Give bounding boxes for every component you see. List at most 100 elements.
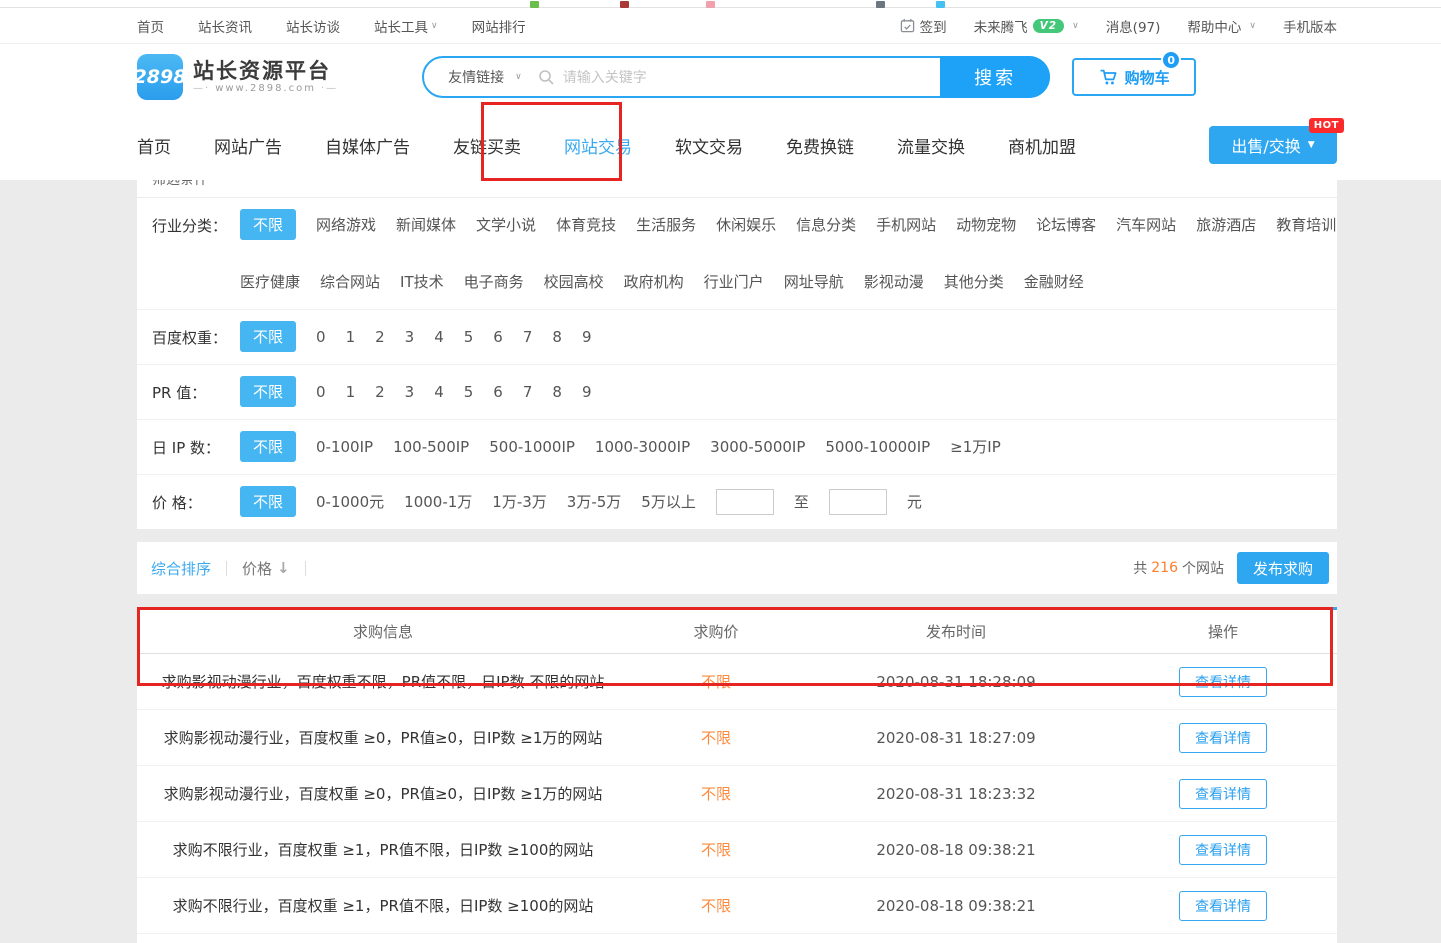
nav-item[interactable]: 免费换链 [786, 133, 854, 158]
view-detail-button[interactable]: 查看详情 [1179, 835, 1267, 865]
filter-option[interactable]: 0 [316, 323, 326, 351]
filter-option[interactable]: 8 [552, 378, 562, 406]
filter-option[interactable]: 6 [493, 378, 503, 406]
filter-option[interactable]: 0-1000元 [316, 486, 384, 517]
view-detail-button[interactable]: 查看详情 [1179, 667, 1267, 697]
filter-option[interactable]: 综合网站 [320, 266, 380, 297]
nav-item[interactable]: 商机加盟 [1008, 133, 1076, 158]
filter-option[interactable]: 5000-10000IP [825, 433, 930, 461]
account-menu[interactable]: 未来腾飞 V2 ∨ [974, 16, 1079, 36]
filter-option[interactable]: 信息分类 [796, 209, 856, 240]
filter-option[interactable]: 0 [316, 378, 326, 406]
favicon-fragment [530, 1, 539, 8]
filter-option[interactable]: 5 [464, 323, 474, 351]
filter-option[interactable]: 旅游酒店 [1196, 209, 1256, 240]
filter-option[interactable]: 2 [375, 378, 385, 406]
nav-item[interactable]: 网站广告 [214, 133, 282, 158]
row-publish-time: 2020-08-18 09:38:21 [803, 841, 1109, 859]
filter-option[interactable]: 教育培训 [1276, 209, 1336, 240]
nav-item[interactable]: 软文交易 [675, 133, 743, 158]
filter-option[interactable]: 影视动漫 [864, 266, 924, 297]
filter-option-active[interactable]: 不限 [240, 209, 296, 240]
sort-price[interactable]: 价格 ↓ [242, 558, 290, 579]
filter-option[interactable]: 金融财经 [1024, 266, 1084, 297]
filter-option[interactable]: 休闲娱乐 [716, 209, 776, 240]
caret-down-icon: ▼ [1308, 140, 1315, 150]
filter-option[interactable]: 1 [346, 378, 356, 406]
search-button[interactable]: 搜索 [940, 56, 1050, 98]
nav-item[interactable]: 首页 [137, 133, 171, 158]
filter-option[interactable]: 9 [582, 378, 592, 406]
filter-option[interactable]: 电子商务 [464, 266, 524, 297]
filter-option-active[interactable]: 不限 [240, 321, 296, 352]
topbar-link[interactable]: 首页 [137, 16, 164, 36]
filter-option[interactable]: 100-500IP [393, 433, 469, 461]
filter-option[interactable]: 新闻媒体 [396, 209, 456, 240]
filter-option[interactable]: 体育竞技 [556, 209, 616, 240]
sell-exchange-button[interactable]: 出售/交换 ▼ HOT [1209, 126, 1337, 164]
filter-option[interactable]: 0-100IP [316, 433, 373, 461]
filter-option[interactable]: ≥1万IP [950, 431, 1001, 462]
view-detail-button[interactable]: 查看详情 [1179, 723, 1267, 753]
sort-comprehensive[interactable]: 综合排序 [151, 558, 211, 579]
price-min-input[interactable] [716, 489, 774, 515]
topbar-link[interactable]: 站长工具∨ [374, 16, 438, 36]
filter-title-clipped: 筛选条件 [137, 180, 1337, 190]
filter-option[interactable]: 3 [405, 323, 415, 351]
filter-option[interactable]: 网络游戏 [316, 209, 376, 240]
filter-option[interactable]: 其他分类 [944, 266, 1004, 297]
filter-option[interactable]: 2 [375, 323, 385, 351]
view-detail-button[interactable]: 查看详情 [1179, 779, 1267, 809]
filter-option-active[interactable]: 不限 [240, 486, 296, 517]
filter-option[interactable]: 8 [552, 323, 562, 351]
filter-option[interactable]: 网址导航 [784, 266, 844, 297]
nav-item[interactable]: 自媒体广告 [325, 133, 410, 158]
filter-option[interactable]: 行业门户 [704, 266, 764, 297]
filter-option[interactable]: 7 [523, 323, 533, 351]
help-center-menu[interactable]: 帮助中心 ∨ [1187, 16, 1256, 36]
search-category-dropdown[interactable]: 友情链接 ∨ [424, 67, 538, 87]
filter-option[interactable]: 汽车网站 [1116, 209, 1176, 240]
view-detail-button[interactable]: 查看详情 [1179, 891, 1267, 921]
filter-option[interactable]: 论坛博客 [1036, 209, 1096, 240]
filter-option[interactable]: 1万-3万 [492, 486, 547, 517]
filter-option[interactable]: 7 [523, 378, 533, 406]
filter-option[interactable]: 3万-5万 [567, 486, 622, 517]
filter-option[interactable]: 政府机构 [624, 266, 684, 297]
filter-option[interactable]: 动物宠物 [956, 209, 1016, 240]
row-publish-time: 2020-08-31 18:28:09 [803, 673, 1109, 691]
site-logo[interactable]: 2898 站长资源平台 www.2898.com [137, 54, 338, 100]
price-max-input[interactable] [829, 489, 887, 515]
mobile-version-link[interactable]: 手机版本 [1283, 16, 1337, 36]
filter-option[interactable]: 1 [346, 323, 356, 351]
cart-button[interactable]: 购物车 0 [1072, 58, 1196, 96]
filter-option[interactable]: 4 [434, 378, 444, 406]
filter-option-active[interactable]: 不限 [240, 431, 296, 462]
filter-option[interactable]: 5 [464, 378, 474, 406]
nav-item[interactable]: 友链买卖 [453, 133, 521, 158]
filter-option[interactable]: 5万以上 [641, 486, 696, 517]
checkin-link[interactable]: 签到 [900, 16, 947, 36]
filter-option[interactable]: 文学小说 [476, 209, 536, 240]
messages-link[interactable]: 消息(97) [1106, 16, 1161, 36]
topbar-link[interactable]: 站长访谈 [286, 16, 340, 36]
topbar-link[interactable]: 网站排行 [472, 16, 526, 36]
filter-option[interactable]: 手机网站 [876, 209, 936, 240]
filter-option[interactable]: 1000-1万 [404, 486, 472, 517]
filter-option[interactable]: 3000-5000IP [710, 433, 805, 461]
filter-option[interactable]: 500-1000IP [489, 433, 575, 461]
nav-item[interactable]: 网站交易 [564, 133, 632, 158]
filter-option[interactable]: 生活服务 [636, 209, 696, 240]
topbar-link[interactable]: 站长资讯 [198, 16, 252, 36]
filter-option[interactable]: 1000-3000IP [595, 433, 690, 461]
filter-option[interactable]: IT技术 [400, 266, 444, 297]
publish-request-button[interactable]: 发布求购 [1237, 552, 1329, 584]
filter-option[interactable]: 9 [582, 323, 592, 351]
filter-option[interactable]: 医疗健康 [240, 266, 300, 297]
filter-option[interactable]: 3 [405, 378, 415, 406]
filter-option-active[interactable]: 不限 [240, 376, 296, 407]
nav-item[interactable]: 流量交换 [897, 133, 965, 158]
filter-option[interactable]: 校园高校 [544, 266, 604, 297]
filter-option[interactable]: 4 [434, 323, 444, 351]
filter-option[interactable]: 6 [493, 323, 503, 351]
